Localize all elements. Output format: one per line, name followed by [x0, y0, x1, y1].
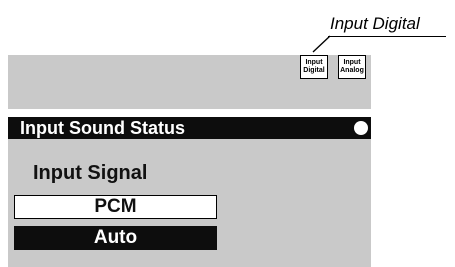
input-digital-button[interactable]: Input Digital [300, 55, 328, 79]
input-digital-label-line2: Digital [303, 67, 325, 74]
input-analog-label-line1: Input [343, 59, 361, 66]
option-auto[interactable]: Auto [14, 226, 217, 250]
option-pcm[interactable]: PCM [14, 195, 217, 219]
input-sound-status-panel: Input Sound Status Input Signal PCM Auto [8, 117, 371, 267]
white-dot-icon [354, 121, 368, 135]
input-analog-button[interactable]: Input Analog [338, 55, 366, 79]
status-panel-title: Input Sound Status [20, 118, 185, 138]
input-signal-label: Input Signal [33, 162, 148, 184]
status-panel-header: Input Sound Status [8, 117, 371, 139]
input-analog-label-line2: Analog [340, 67, 364, 74]
input-digital-label-line1: Input [305, 59, 323, 66]
